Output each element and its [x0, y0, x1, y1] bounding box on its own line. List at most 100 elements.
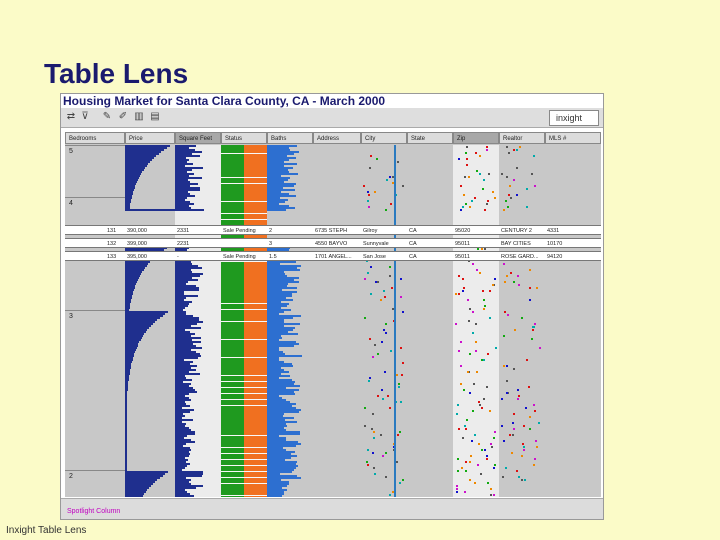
- column-state[interactable]: State: [407, 132, 453, 497]
- dot-mark: [480, 407, 483, 409]
- document-icon[interactable]: ▤: [149, 111, 161, 123]
- group-label: 2: [69, 473, 73, 480]
- dot-mark: [481, 188, 484, 190]
- dot-mark: [367, 464, 370, 466]
- status-stripe: [221, 435, 267, 436]
- column-header-baths[interactable]: Baths: [267, 132, 313, 144]
- dot-mark: [457, 404, 460, 406]
- column-mls[interactable]: MLS #: [545, 132, 601, 497]
- spotlight-label: Spotlight Column: [67, 508, 121, 515]
- focus-row[interactable]: 131 390,000 2331 Sale Pending 2 6735 STEPH Gil…: [65, 225, 601, 235]
- column-bedrooms[interactable]: Bedrooms 5 4 3 2: [65, 132, 125, 497]
- dot-mark: [367, 206, 370, 208]
- dot-mark: [401, 362, 404, 364]
- dot-mark: [366, 191, 369, 193]
- cell-price: 390,000: [127, 228, 147, 234]
- dot-mark: [526, 206, 529, 208]
- column-city[interactable]: City: [361, 132, 407, 497]
- dot-mark: [502, 365, 505, 367]
- cell-city: Sunnyvale: [363, 241, 389, 247]
- column-address[interactable]: Address: [313, 132, 361, 497]
- dot-mark: [513, 428, 515, 430]
- pen-icon[interactable]: ✐: [117, 111, 129, 123]
- status-stripe: [221, 339, 267, 340]
- dot-mark: [488, 173, 491, 175]
- dot-mark: [501, 398, 504, 400]
- column-square-feet[interactable]: Square Feet: [175, 132, 221, 497]
- dot-mark: [537, 422, 540, 424]
- dot-mark: [507, 152, 510, 154]
- cell-mls: 94120: [547, 254, 563, 260]
- column-header-address[interactable]: Address: [313, 132, 361, 144]
- column-header-mls[interactable]: MLS #: [545, 132, 601, 144]
- filter-icon[interactable]: ⊽: [79, 111, 91, 123]
- dot-mark: [402, 479, 405, 481]
- dot-mark: [486, 455, 488, 457]
- column-status[interactable]: Status: [221, 132, 267, 497]
- cell-address: 4550 BAYVO: [315, 241, 348, 247]
- column-header-zip[interactable]: Zip: [453, 132, 499, 144]
- status-stripe: [221, 309, 267, 310]
- dot-mark: [373, 344, 376, 346]
- dot-mark: [483, 398, 486, 400]
- dot-mark: [468, 479, 471, 481]
- column-zip[interactable]: Zip: [453, 132, 499, 497]
- dot-mark: [522, 425, 525, 427]
- column-header-city[interactable]: City: [361, 132, 407, 144]
- dot-mark: [512, 434, 515, 436]
- column-header-square-feet[interactable]: Square Feet: [175, 132, 221, 144]
- dot-mark: [529, 299, 532, 301]
- dot-mark: [489, 317, 492, 319]
- dot-mark: [531, 329, 534, 331]
- dot-mark: [397, 386, 400, 388]
- cell-mls: 10170: [547, 241, 563, 247]
- dot-mark: [457, 428, 460, 430]
- dot-mark: [466, 164, 469, 166]
- dot-mark: [480, 359, 483, 361]
- dot-mark: [376, 281, 379, 283]
- dot-mark: [468, 392, 471, 394]
- column-realtor[interactable]: Realtor: [499, 132, 545, 497]
- dot-mark: [390, 287, 393, 289]
- dot-mark: [475, 341, 478, 343]
- cell-status: [221, 239, 267, 249]
- dot-mark: [479, 272, 482, 274]
- dot-mark: [400, 296, 402, 298]
- dot-mark: [459, 383, 462, 385]
- column-header-realtor[interactable]: Realtor: [499, 132, 545, 144]
- dot-mark: [508, 434, 511, 436]
- column-header-state[interactable]: State: [407, 132, 453, 144]
- footer-text: Inxight Table Lens: [6, 525, 87, 536]
- row-number: 132: [107, 241, 117, 247]
- dot-mark: [519, 146, 522, 148]
- focus-row[interactable]: 132 399,000 2231 3 4550 BAYVO Sunnyvale CA 9501…: [65, 238, 601, 248]
- dot-mark: [511, 422, 514, 424]
- focus-row[interactable]: 133 395,000 - Sale Pending 1.5 1701 ANGEL... S…: [65, 251, 601, 261]
- column-baths[interactable]: Baths: [267, 132, 313, 497]
- dot-mark: [493, 278, 496, 280]
- spotlight-bar[interactable]: Spotlight Column: [61, 498, 603, 519]
- spotlight-icon[interactable]: ✎: [101, 111, 113, 123]
- cell-realtor: CENTURY 2: [501, 228, 532, 234]
- column-body-price: [125, 145, 175, 497]
- dot-mark: [388, 275, 391, 277]
- dot-mark: [481, 449, 484, 451]
- cell-address: 1701 ANGEL...: [315, 254, 352, 260]
- dot-mark: [368, 377, 371, 379]
- table-lens-grid[interactable]: Bedrooms 5 4 3 2 Price Square Feet Status Baths A…: [65, 132, 601, 497]
- dot-mark: [532, 404, 535, 406]
- column-icon[interactable]: ▥: [133, 111, 145, 123]
- dot-mark: [483, 179, 485, 181]
- bar-mark: [175, 209, 204, 211]
- cell-square-feet: 2331: [177, 228, 190, 234]
- column-header-status[interactable]: Status: [221, 132, 267, 144]
- column-body-status: [221, 145, 267, 497]
- column-header-bedrooms[interactable]: Bedrooms: [65, 132, 125, 144]
- column-price[interactable]: Price: [125, 132, 175, 497]
- dot-mark: [478, 443, 480, 445]
- sort-icon[interactable]: ⇄: [65, 111, 77, 123]
- dot-mark: [457, 470, 459, 472]
- dot-mark: [456, 413, 459, 415]
- dot-mark: [484, 209, 487, 211]
- column-header-price[interactable]: Price: [125, 132, 175, 144]
